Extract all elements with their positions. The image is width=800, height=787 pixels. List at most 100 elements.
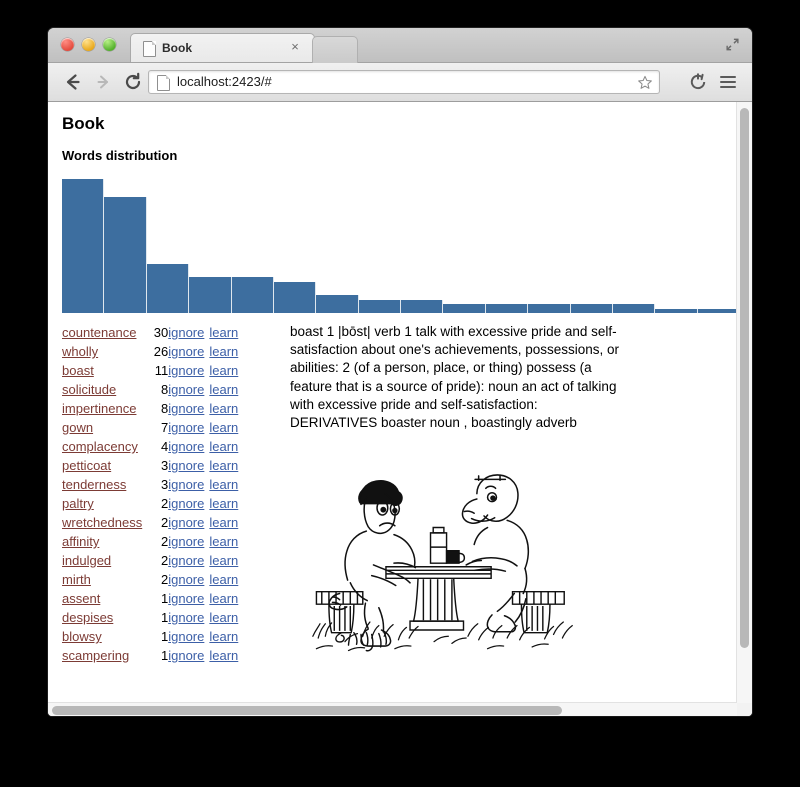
word-actions: ignore learn <box>168 494 238 513</box>
word-link[interactable]: solicitude <box>62 382 116 397</box>
close-icon[interactable]: × <box>288 40 302 54</box>
learn-link[interactable]: learn <box>209 610 238 625</box>
word-link[interactable]: paltry <box>62 496 94 511</box>
word-count: 26 <box>153 344 169 359</box>
word-count: 7 <box>160 420 169 435</box>
learn-link[interactable]: learn <box>209 420 238 435</box>
word-cell: tenderness <box>62 475 142 494</box>
ignore-link[interactable]: ignore <box>168 515 204 530</box>
horizontal-scrollbar[interactable] <box>48 702 737 716</box>
learn-link[interactable]: learn <box>209 648 238 663</box>
back-icon[interactable] <box>62 71 84 93</box>
word-link[interactable]: countenance <box>62 325 136 340</box>
learn-link[interactable]: learn <box>209 325 238 340</box>
new-tab-button[interactable] <box>312 36 358 63</box>
learn-link[interactable]: learn <box>209 534 238 549</box>
word-link[interactable]: scampering <box>62 648 129 663</box>
word-link[interactable]: tenderness <box>62 477 126 492</box>
ignore-link[interactable]: ignore <box>168 648 204 663</box>
word-link[interactable]: assent <box>62 591 100 606</box>
word-actions: ignore learn <box>168 323 238 342</box>
word-count: 2 <box>160 534 169 549</box>
learn-link[interactable]: learn <box>209 496 238 511</box>
learn-link[interactable]: learn <box>209 401 238 416</box>
table-row: affinity 2 ignore learn <box>62 532 238 551</box>
chart-bar <box>273 281 317 313</box>
url-text: localhost:2423/# <box>177 74 272 89</box>
vertical-scrollbar-thumb[interactable] <box>740 108 749 648</box>
fullscreen-icon[interactable] <box>725 37 740 52</box>
learn-link[interactable]: learn <box>209 344 238 359</box>
browser-tab[interactable]: Book × <box>130 33 315 62</box>
ignore-link[interactable]: ignore <box>168 496 204 511</box>
ignore-link[interactable]: ignore <box>168 344 204 359</box>
ignore-link[interactable]: ignore <box>168 572 204 587</box>
word-link[interactable]: indulged <box>62 553 111 568</box>
word-actions: ignore learn <box>168 418 238 437</box>
word-cell: wretchedness <box>62 513 142 532</box>
ignore-link[interactable]: ignore <box>168 325 204 340</box>
ignore-link[interactable]: ignore <box>168 610 204 625</box>
vertical-scrollbar[interactable] <box>736 102 752 703</box>
learn-link[interactable]: learn <box>209 572 238 587</box>
ignore-link[interactable]: ignore <box>168 439 204 454</box>
ignore-link[interactable]: ignore <box>168 553 204 568</box>
word-link[interactable]: wholly <box>62 344 98 359</box>
word-link[interactable]: impertinence <box>62 401 136 416</box>
word-link[interactable]: petticoat <box>62 458 111 473</box>
word-actions: ignore learn <box>168 456 238 475</box>
word-link[interactable]: boast <box>62 363 94 378</box>
chart-bar <box>104 196 147 313</box>
maximize-window-button[interactable] <box>103 38 116 51</box>
learn-link[interactable]: learn <box>209 458 238 473</box>
learn-link[interactable]: learn <box>209 382 238 397</box>
ignore-link[interactable]: ignore <box>168 629 204 644</box>
menu-icon[interactable] <box>718 72 738 92</box>
ignore-link[interactable]: ignore <box>168 363 204 378</box>
chart-bar <box>189 277 232 313</box>
horizontal-scrollbar-thumb[interactable] <box>52 706 562 715</box>
ignore-link[interactable]: ignore <box>168 382 204 397</box>
word-actions: ignore learn <box>168 627 238 646</box>
word-actions: ignore learn <box>168 570 238 589</box>
learn-link[interactable]: learn <box>209 591 238 606</box>
word-count: 8 <box>160 382 169 397</box>
address-bar[interactable]: localhost:2423/# <box>148 70 660 94</box>
word-link[interactable]: affinity <box>62 534 99 549</box>
forward-icon[interactable] <box>92 71 114 93</box>
learn-link[interactable]: learn <box>209 629 238 644</box>
ignore-link[interactable]: ignore <box>168 591 204 606</box>
ignore-link[interactable]: ignore <box>168 420 204 435</box>
word-link[interactable]: wretchedness <box>62 515 142 530</box>
ignore-link[interactable]: ignore <box>168 401 204 416</box>
word-link[interactable]: complacency <box>62 439 138 454</box>
word-cell: scampering <box>62 646 142 665</box>
word-link[interactable]: despises <box>62 610 113 625</box>
chart-bar <box>443 304 486 313</box>
reload-icon[interactable] <box>122 71 144 93</box>
ignore-link[interactable]: ignore <box>168 458 204 473</box>
sync-icon[interactable] <box>688 72 708 92</box>
star-icon[interactable] <box>637 75 653 91</box>
chart-bar <box>655 308 698 313</box>
minimize-window-button[interactable] <box>82 38 95 51</box>
learn-link[interactable]: learn <box>209 477 238 492</box>
learn-link[interactable]: learn <box>209 439 238 454</box>
learn-link[interactable]: learn <box>209 553 238 568</box>
arm-wrestling-cartoon <box>308 458 578 663</box>
ignore-link[interactable]: ignore <box>168 534 204 549</box>
table-row: solicitude 8 ignore learn <box>62 380 238 399</box>
word-count: 8 <box>160 401 169 416</box>
learn-link[interactable]: learn <box>209 515 238 530</box>
word-count: 1 <box>160 648 169 663</box>
word-link[interactable]: gown <box>62 420 93 435</box>
word-link[interactable]: mirth <box>62 572 91 587</box>
learn-link[interactable]: learn <box>209 363 238 378</box>
word-actions: ignore learn <box>168 513 238 532</box>
word-link[interactable]: blowsy <box>62 629 102 644</box>
word-count: 1 <box>160 591 169 606</box>
ignore-link[interactable]: ignore <box>168 477 204 492</box>
close-window-button[interactable] <box>61 38 74 51</box>
chart-bar <box>316 295 359 313</box>
page-title: Book <box>62 114 105 133</box>
